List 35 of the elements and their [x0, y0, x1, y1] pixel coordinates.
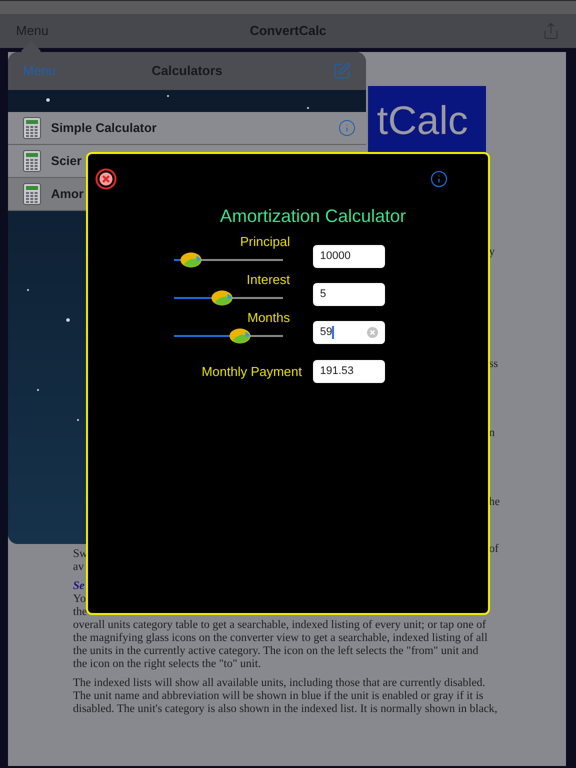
section-heading: Se	[73, 580, 86, 593]
slider-thumb[interactable]	[210, 290, 233, 306]
input-label: Principal	[240, 234, 291, 250]
result-field: 191.53	[313, 360, 385, 383]
calculator-icon	[23, 117, 41, 139]
slider[interactable]	[174, 328, 283, 344]
item-label: Simple Calculator	[51, 120, 157, 137]
slider-thumb[interactable]	[229, 328, 252, 344]
field-value: 5	[320, 287, 326, 302]
text-fragment: he	[489, 496, 500, 509]
paragraph: Sw av	[73, 548, 88, 574]
calculator-list-item[interactable]: Simple Calculator	[8, 112, 366, 145]
slider[interactable]	[174, 290, 283, 306]
input-field[interactable]: 10000	[313, 245, 385, 268]
paragraph: The indexed lists will show all available units, including those that are currently disabled. The unit name and abbreviation will be shown in blue if the unit is enabled or gray if it is disabled. The unit's category is also shown in the indexed list. It is normally shown in black,	[73, 677, 498, 716]
input-label: Interest	[246, 272, 291, 288]
result-label: Monthly Payment	[200, 362, 302, 381]
item-label: Scier	[51, 152, 82, 170]
banner-text: tCalc	[376, 98, 468, 144]
input-label: Months	[247, 310, 291, 326]
slider[interactable]	[174, 252, 283, 268]
info-icon[interactable]	[430, 170, 448, 188]
calculator-icon	[23, 183, 41, 205]
text-cursor	[332, 326, 334, 339]
calculator-title: Amortization Calculator	[220, 205, 406, 228]
input-field[interactable]: 59	[313, 321, 385, 344]
calculator-icon	[23, 150, 41, 172]
paragraph: Yo the overall units category table to get a searchable, indexed listing of every unit; or tap one of the magnifying glass icons on the converter view to get a searchable, indexed listing of all the units in the currently active category. The icon on the left selects the "from" unit and the icon on the right selects the "to" unit.	[73, 593, 488, 671]
slider-thumb[interactable]	[180, 252, 202, 268]
close-icon[interactable]	[95, 168, 117, 190]
input-field[interactable]: 5	[313, 283, 385, 306]
field-value: 10000	[320, 249, 351, 264]
field-value: 59	[320, 325, 332, 340]
text-fragment: n	[489, 427, 495, 440]
item-label: Amor	[51, 186, 84, 203]
